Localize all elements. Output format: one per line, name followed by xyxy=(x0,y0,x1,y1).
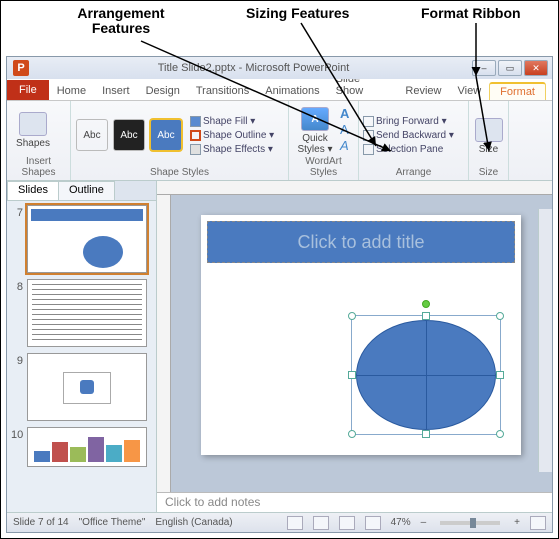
status-bar: Slide 7 of 14 "Office Theme" English (Ca… xyxy=(7,512,552,532)
slides-tab[interactable]: Slides xyxy=(7,181,59,200)
thumbnail-10[interactable] xyxy=(27,427,147,467)
ruler-vertical xyxy=(157,195,171,492)
resize-handle[interactable] xyxy=(496,312,504,320)
resize-handle[interactable] xyxy=(348,312,356,320)
ribbon-tabs: File Home Insert Design Transitions Anim… xyxy=(7,79,552,101)
slides-pane: Slides Outline 7 8 9 10 xyxy=(7,181,157,512)
resize-handle[interactable] xyxy=(348,371,356,379)
style-swatch-3[interactable]: Abc xyxy=(150,119,182,151)
tab-format[interactable]: Format xyxy=(489,82,546,100)
window-title: Title Slide2.pptx - Microsoft PowerPoint xyxy=(35,62,472,74)
group-insert-shapes: Insert Shapes xyxy=(11,156,66,178)
group-size: Size xyxy=(473,167,504,178)
zoom-in-button[interactable]: + xyxy=(514,517,520,528)
bring-forward-button[interactable]: Bring Forward ▾ xyxy=(363,115,454,128)
size-button[interactable]: Size xyxy=(473,116,504,155)
scrollbar-vertical[interactable] xyxy=(538,209,552,472)
annotation-format-ribbon: Format Ribbon xyxy=(421,6,521,21)
style-swatch-2[interactable]: Abc xyxy=(113,119,145,151)
shape-fill-button[interactable]: Shape Fill ▾ xyxy=(190,115,274,128)
fit-to-window-button[interactable] xyxy=(530,516,546,530)
zoom-level[interactable]: 47% xyxy=(391,517,411,528)
shape-effects-button[interactable]: Shape Effects ▾ xyxy=(190,143,274,156)
annotation-sizing: Sizing Features xyxy=(246,6,349,21)
thumb-num-8: 8 xyxy=(11,281,23,293)
selected-shape-frame[interactable] xyxy=(351,315,501,435)
tab-file[interactable]: File xyxy=(7,80,49,100)
thumbnail-8[interactable] xyxy=(27,279,147,347)
quick-styles-button[interactable]: AQuick Styles ▾ xyxy=(293,105,337,155)
sorter-view-button[interactable] xyxy=(313,516,329,530)
annotation-arrangement: Arrangement Features xyxy=(61,6,181,37)
tab-home[interactable]: Home xyxy=(49,82,94,100)
resize-handle[interactable] xyxy=(348,430,356,438)
outline-tab[interactable]: Outline xyxy=(58,181,115,200)
resize-handle[interactable] xyxy=(422,312,430,320)
tab-review[interactable]: Review xyxy=(397,82,449,100)
group-wordart-styles: WordArt Styles xyxy=(293,156,354,178)
thumb-num-9: 9 xyxy=(11,355,23,367)
tab-transitions[interactable]: Transitions xyxy=(188,82,257,100)
tab-insert[interactable]: Insert xyxy=(94,82,138,100)
zoom-out-button[interactable]: – xyxy=(421,517,427,528)
slide-counter: Slide 7 of 14 xyxy=(13,517,69,528)
app-icon: P xyxy=(13,60,29,76)
oval-shape[interactable] xyxy=(356,320,496,430)
slide-canvas[interactable]: Click to add title xyxy=(201,215,521,455)
notes-pane[interactable]: Click to add notes xyxy=(157,492,552,512)
powerpoint-window: P Title Slide2.pptx - Microsoft PowerPoi… xyxy=(6,56,553,533)
resize-handle[interactable] xyxy=(496,371,504,379)
theme-name: "Office Theme" xyxy=(79,517,146,528)
maximize-button[interactable]: ▭ xyxy=(498,60,522,76)
language-indicator[interactable]: English (Canada) xyxy=(155,517,232,528)
style-swatch-1[interactable]: Abc xyxy=(76,119,108,151)
slideshow-view-button[interactable] xyxy=(365,516,381,530)
thumbnail-9[interactable] xyxy=(27,353,147,421)
thumb-num-10: 10 xyxy=(11,429,23,441)
title-bar: P Title Slide2.pptx - Microsoft PowerPoi… xyxy=(7,57,552,79)
group-arrange: Arrange xyxy=(363,167,464,178)
tab-view[interactable]: View xyxy=(450,82,490,100)
canvas[interactable]: Click to add title xyxy=(171,195,552,492)
resize-handle[interactable] xyxy=(422,430,430,438)
shapes-gallery-button[interactable]: Shapes xyxy=(11,110,55,149)
rotate-handle[interactable] xyxy=(422,300,430,308)
tab-design[interactable]: Design xyxy=(138,82,188,100)
ruler-horizontal xyxy=(157,181,552,195)
selection-pane-button[interactable]: Selection Pane xyxy=(363,143,454,156)
shape-outline-button[interactable]: Shape Outline ▾ xyxy=(190,129,274,142)
title-placeholder[interactable]: Click to add title xyxy=(207,221,515,263)
thumb-num-7: 7 xyxy=(11,207,23,219)
thumbnail-7[interactable] xyxy=(27,205,147,273)
normal-view-button[interactable] xyxy=(287,516,303,530)
tab-animations[interactable]: Animations xyxy=(257,82,327,100)
group-shape-styles: Shape Styles xyxy=(75,167,284,178)
send-backward-button[interactable]: Send Backward ▾ xyxy=(363,129,454,142)
minimize-button[interactable]: – xyxy=(472,60,496,76)
zoom-slider[interactable] xyxy=(440,521,500,525)
resize-handle[interactable] xyxy=(496,430,504,438)
reading-view-button[interactable] xyxy=(339,516,355,530)
format-ribbon: Shapes Insert Shapes Abc Abc Abc Shape F… xyxy=(7,101,552,181)
slide-editor: Click to add title xyxy=(157,181,552,512)
close-button[interactable]: ✕ xyxy=(524,60,548,76)
